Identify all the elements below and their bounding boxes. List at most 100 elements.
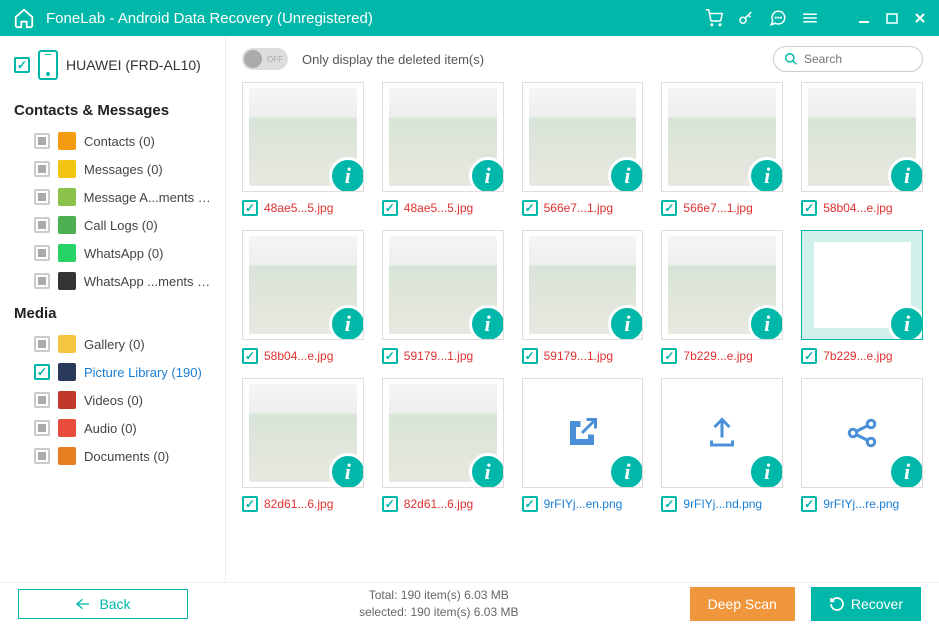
thumbnail-card[interactable]: i48ae5...5.jpg (242, 82, 364, 216)
thumbnail-card[interactable]: i59179...1.jpg (522, 230, 644, 364)
info-badge-icon[interactable]: i (748, 453, 783, 488)
item-checkbox[interactable] (34, 392, 50, 408)
chat-icon[interactable] (769, 9, 787, 27)
cart-icon[interactable] (705, 9, 723, 27)
item-checkbox[interactable] (34, 217, 50, 233)
sidebar-item[interactable]: Message A...ments (0) (14, 183, 213, 211)
info-badge-icon[interactable]: i (608, 305, 643, 340)
info-badge-icon[interactable]: i (888, 305, 923, 340)
thumbnail[interactable]: i (661, 82, 783, 192)
info-badge-icon[interactable]: i (329, 453, 364, 488)
info-badge-icon[interactable]: i (469, 453, 504, 488)
thumbnail-checkbox[interactable] (382, 348, 398, 364)
device-row[interactable]: HUAWEI (FRD-AL10) (14, 46, 213, 88)
thumbnail-checkbox[interactable] (522, 496, 538, 512)
thumbnail-checkbox[interactable] (522, 200, 538, 216)
sidebar-item[interactable]: Call Logs (0) (14, 211, 213, 239)
info-badge-icon[interactable]: i (748, 157, 783, 192)
search-box[interactable] (773, 46, 923, 72)
info-badge-icon[interactable]: i (469, 305, 504, 340)
thumbnail[interactable]: i (661, 378, 783, 488)
thumbnail[interactable]: i (242, 230, 364, 340)
thumbnail[interactable]: i (801, 378, 923, 488)
thumbnail[interactable]: i (382, 82, 504, 192)
item-label: Contacts (0) (84, 134, 155, 149)
sidebar-item[interactable]: Picture Library (190) (14, 358, 213, 386)
thumbnail-card[interactable]: i82d61...6.jpg (382, 378, 504, 512)
thumbnail-checkbox[interactable] (661, 200, 677, 216)
info-badge-icon[interactable]: i (888, 453, 923, 488)
thumbnail[interactable]: i (661, 230, 783, 340)
thumbnail-checkbox[interactable] (801, 496, 817, 512)
thumbnail-card[interactable]: i9rFIYj...nd.png (661, 378, 783, 512)
sidebar-item[interactable]: Gallery (0) (14, 330, 213, 358)
sidebar-item[interactable]: Documents (0) (14, 442, 213, 470)
thumbnail-checkbox[interactable] (242, 496, 258, 512)
thumbnail[interactable]: i (522, 230, 644, 340)
thumbnail-checkbox[interactable] (801, 348, 817, 364)
info-badge-icon[interactable]: i (469, 157, 504, 192)
item-checkbox[interactable] (34, 273, 50, 289)
thumbnail-card[interactable]: i9rFIYj...re.png (801, 378, 923, 512)
thumbnail-checkbox[interactable] (242, 348, 258, 364)
thumbnail-card[interactable]: i566e7...1.jpg (522, 82, 644, 216)
info-badge-icon[interactable]: i (608, 453, 643, 488)
sidebar-item[interactable]: Contacts (0) (14, 127, 213, 155)
info-badge-icon[interactable]: i (888, 157, 923, 192)
thumbnail-card[interactable]: i48ae5...5.jpg (382, 82, 504, 216)
thumbnail-checkbox[interactable] (661, 348, 677, 364)
close-button[interactable] (913, 11, 927, 25)
item-checkbox[interactable] (34, 364, 50, 380)
thumbnail-card[interactable]: i58b04...e.jpg (242, 230, 364, 364)
item-checkbox[interactable] (34, 420, 50, 436)
search-icon (784, 52, 798, 66)
item-checkbox[interactable] (34, 448, 50, 464)
thumbnail-card[interactable]: i59179...1.jpg (382, 230, 504, 364)
thumbnail-checkbox[interactable] (382, 200, 398, 216)
thumbnail-checkbox[interactable] (242, 200, 258, 216)
thumbnail[interactable]: i (522, 378, 644, 488)
sidebar-item[interactable]: Audio (0) (14, 414, 213, 442)
menu-icon[interactable] (801, 9, 819, 27)
sidebar-item[interactable]: WhatsApp (0) (14, 239, 213, 267)
only-deleted-toggle[interactable]: OFF (242, 48, 288, 70)
thumbnail[interactable]: i (522, 82, 644, 192)
thumbnail[interactable]: i (242, 378, 364, 488)
thumbnail[interactable]: i (242, 82, 364, 192)
thumbnail[interactable]: i (801, 82, 923, 192)
minimize-button[interactable] (857, 11, 871, 25)
thumbnail-checkbox[interactable] (522, 348, 538, 364)
sidebar-item[interactable]: WhatsApp ...ments (0) (14, 267, 213, 295)
thumbnail-card[interactable]: i7b229...e.jpg (801, 230, 923, 364)
thumbnail-checkbox[interactable] (661, 496, 677, 512)
key-icon[interactable] (737, 9, 755, 27)
info-badge-icon[interactable]: i (608, 157, 643, 192)
thumbnail[interactable]: i (382, 378, 504, 488)
search-input[interactable] (804, 52, 912, 66)
thumbnail[interactable]: i (801, 230, 923, 340)
device-checkbox[interactable] (14, 57, 30, 73)
thumbnail-card[interactable]: i566e7...1.jpg (661, 82, 783, 216)
maximize-button[interactable] (885, 11, 899, 25)
thumbnail-card[interactable]: i9rFIYj...en.png (522, 378, 644, 512)
home-icon[interactable] (12, 6, 36, 30)
thumbnail-checkbox[interactable] (382, 496, 398, 512)
thumbnail[interactable]: i (382, 230, 504, 340)
info-badge-icon[interactable]: i (748, 305, 783, 340)
item-checkbox[interactable] (34, 245, 50, 261)
sidebar-item[interactable]: Videos (0) (14, 386, 213, 414)
sidebar-item[interactable]: Messages (0) (14, 155, 213, 183)
back-button[interactable]: Back (18, 589, 188, 619)
item-checkbox[interactable] (34, 336, 50, 352)
thumbnail-card[interactable]: i82d61...6.jpg (242, 378, 364, 512)
info-badge-icon[interactable]: i (329, 157, 364, 192)
thumbnail-card[interactable]: i7b229...e.jpg (661, 230, 783, 364)
thumbnail-card[interactable]: i58b04...e.jpg (801, 82, 923, 216)
item-checkbox[interactable] (34, 133, 50, 149)
item-checkbox[interactable] (34, 189, 50, 205)
deep-scan-button[interactable]: Deep Scan (690, 587, 795, 621)
item-checkbox[interactable] (34, 161, 50, 177)
info-badge-icon[interactable]: i (329, 305, 364, 340)
thumbnail-checkbox[interactable] (801, 200, 817, 216)
recover-button[interactable]: Recover (811, 587, 921, 621)
